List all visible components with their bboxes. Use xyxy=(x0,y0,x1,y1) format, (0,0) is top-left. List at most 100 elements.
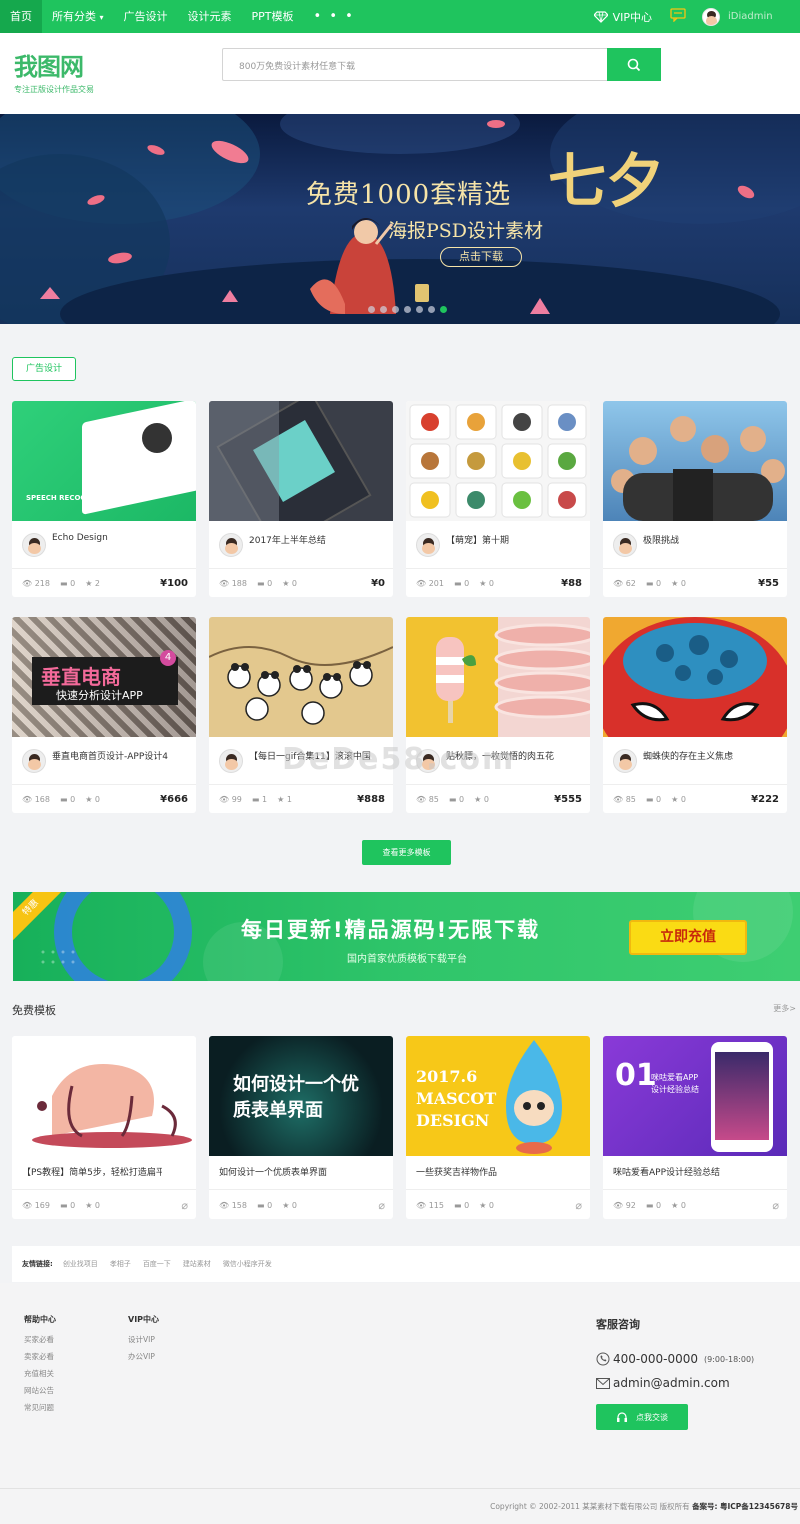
more-nav-button[interactable]: • • • xyxy=(304,9,365,24)
footer-link[interactable]: 卖家必看 xyxy=(24,1351,56,1362)
card-thumbnail[interactable] xyxy=(406,617,590,737)
nav-design-elements[interactable]: 设计元素 xyxy=(178,0,242,33)
card-thumbnail[interactable] xyxy=(603,617,787,737)
friend-link[interactable]: 微信小程序开发 xyxy=(223,1259,272,1269)
card-thumb-text: SPEECH RECOGNITION xyxy=(26,494,114,502)
card-thumbnail[interactable] xyxy=(12,1036,196,1156)
nav-ad-design[interactable]: 广告设计 xyxy=(114,0,178,33)
copyright-bar: Copyright © 2002-2011 某某素材下载有限公司 版权所有 备案… xyxy=(0,1488,800,1524)
author-avatar[interactable] xyxy=(22,533,46,557)
banner-dot-active[interactable] xyxy=(440,306,447,313)
card-title[interactable]: 一些获奖吉祥物作品 xyxy=(416,1165,556,1178)
author-avatar[interactable] xyxy=(219,533,243,557)
template-card[interactable]: 极限挑战 👁 62 ▬ 0 ★ 0 ¥55 xyxy=(603,401,787,597)
card-thumbnail[interactable]: 垂直电商 快速分析设计APP 4 xyxy=(12,617,196,737)
record-label: 备案号: xyxy=(692,1502,718,1511)
attachment-icon[interactable]: ⌀ xyxy=(772,1199,779,1212)
card-title[interactable]: 【PS教程】简单5步，轻松打造扁平风 xyxy=(22,1165,162,1178)
section-tag-ad-design[interactable]: 广告设计 xyxy=(12,357,76,381)
username[interactable]: iDiadmin xyxy=(728,11,800,22)
banner-dot[interactable] xyxy=(368,306,375,313)
nav-all-categories[interactable]: 所有分类 ▾ xyxy=(42,0,114,33)
message-icon[interactable] xyxy=(670,7,686,26)
record-number[interactable]: 粤ICP备12345678号 xyxy=(720,1502,798,1511)
promo-subtitle: 国内首家优质模板下载平台 xyxy=(347,954,467,965)
friend-link[interactable]: 百度一下 xyxy=(143,1259,171,1269)
free-templates-more-link[interactable]: 更多> xyxy=(773,1003,796,1014)
friend-link[interactable]: 孝相子 xyxy=(110,1259,131,1269)
comment-count: 0 xyxy=(70,1200,76,1210)
attachment-icon[interactable]: ⌀ xyxy=(181,1199,188,1212)
promo-banner[interactable]: 特惠 每日更新!精品源码!无限下载 国内首家优质模板下载平台 立即充值 xyxy=(13,892,800,981)
search-button[interactable] xyxy=(607,48,661,81)
footer-link[interactable]: 设计VIP xyxy=(128,1334,159,1345)
card-thumbnail[interactable]: 01 咪咕爱看APP设计经验总结 xyxy=(603,1036,787,1156)
pandas-illustration xyxy=(209,646,393,725)
hero-banner[interactable]: 免费1000套精选 海报PSD设计素材 七夕 点击下载 xyxy=(0,114,800,324)
search-box[interactable]: 800万免费设计素材任意下载 xyxy=(222,48,661,81)
vip-center-link[interactable]: VIP中心 xyxy=(593,9,652,25)
free-template-card[interactable]: 2017.6 MASCOT DESIGN 一些获奖吉祥物作品 👁 115 ▬ 0… xyxy=(406,1036,590,1219)
banner-dot[interactable] xyxy=(416,306,423,313)
author-avatar[interactable] xyxy=(416,533,440,557)
friend-link[interactable]: 建站素材 xyxy=(183,1259,211,1269)
nav-ppt[interactable]: PPT模板 xyxy=(242,0,304,33)
template-card[interactable]: 垂直电商 快速分析设计APP 4 垂直电商首页设计-APP设计4 👁 168 ▬… xyxy=(12,617,196,813)
card-title[interactable]: 2017年上半年总结 xyxy=(249,533,389,546)
template-card[interactable]: 【萌宠】第十期 👁 201 ▬ 0 ★ 0 ¥88 xyxy=(406,401,590,597)
banner-dot[interactable] xyxy=(392,306,399,313)
author-avatar[interactable] xyxy=(613,749,637,773)
chat-button[interactable]: 点我交谈 xyxy=(596,1404,688,1430)
card-title[interactable]: 【萌宠】第十期 xyxy=(446,533,586,546)
card-thumbnail[interactable] xyxy=(603,401,787,521)
comment-icon: ▬ xyxy=(251,794,260,804)
card-title[interactable]: 蜘蛛侠的存在主义焦虑 xyxy=(643,749,783,762)
site-logo[interactable]: 我图网 专注正版设计作品交易 xyxy=(14,47,94,95)
free-template-card[interactable]: 如何设计一个优质表单界面 如何设计一个优质表单界面 👁 158 ▬ 0 ★ 0 … xyxy=(209,1036,393,1219)
footer-link[interactable]: 常见问题 xyxy=(24,1402,56,1413)
card-title[interactable]: Echo Design xyxy=(52,533,192,543)
card-thumbnail[interactable] xyxy=(209,401,393,521)
recharge-button[interactable]: 立即充值 xyxy=(629,920,747,955)
copyright-main: Copyright © 2002-2011 某某素材下载有限公司 版权所有 xyxy=(490,1502,690,1511)
footer-link[interactable]: 网站公告 xyxy=(24,1385,56,1396)
card-thumbnail[interactable] xyxy=(209,617,393,737)
chevron-down-icon: ▾ xyxy=(99,13,104,22)
free-template-card[interactable]: 【PS教程】简单5步，轻松打造扁平风 👁 169 ▬ 0 ★ 0 ⌀ xyxy=(12,1036,196,1219)
card-title[interactable]: 如何设计一个优质表单界面 xyxy=(219,1165,359,1178)
friend-link[interactable]: 创业找项目 xyxy=(63,1259,98,1269)
like-count: 0 xyxy=(483,794,489,804)
attachment-icon[interactable]: ⌀ xyxy=(378,1199,385,1212)
template-card[interactable]: 蜘蛛侠的存在主义焦虑 👁 85 ▬ 0 ★ 0 ¥222 xyxy=(603,617,787,813)
search-icon xyxy=(627,58,641,71)
banner-download-button[interactable]: 点击下载 xyxy=(440,247,522,267)
attachment-icon[interactable]: ⌀ xyxy=(575,1199,582,1212)
author-avatar[interactable] xyxy=(22,749,46,773)
template-card[interactable]: 2017年上半年总结 👁 188 ▬ 0 ★ 0 ¥0 xyxy=(209,401,393,597)
author-avatar[interactable] xyxy=(613,533,637,557)
free-template-card[interactable]: 01 咪咕爱看APP设计经验总结 咪咕爱看APP设计经验总结 👁 92 ▬ 0 … xyxy=(603,1036,787,1219)
card-thumbnail[interactable]: 2017.6 MASCOT DESIGN xyxy=(406,1036,590,1156)
nav-home[interactable]: 首页 xyxy=(0,0,42,33)
author-avatar[interactable] xyxy=(219,749,243,773)
card-thumbnail[interactable]: SPEECH RECOGNITION xyxy=(12,401,196,521)
banner-dot[interactable] xyxy=(380,306,387,313)
user-avatar[interactable] xyxy=(702,7,720,26)
card-title[interactable]: 咪咕爱看APP设计经验总结 xyxy=(613,1165,753,1178)
template-card[interactable]: 贴秋膘，一枚觉悟的肉五花 👁 85 ▬ 0 ★ 0 ¥555 xyxy=(406,617,590,813)
template-card[interactable]: SPEECH RECOGNITION Echo Design 👁 218 ▬ 0… xyxy=(12,401,196,597)
footer-link[interactable]: 买家必看 xyxy=(24,1334,56,1345)
card-title[interactable]: 极限挑战 xyxy=(643,533,783,546)
search-input[interactable]: 800万免费设计素材任意下载 xyxy=(239,59,355,72)
card-title[interactable]: 垂直电商首页设计-APP设计4 xyxy=(52,749,192,762)
banner-dot[interactable] xyxy=(404,306,411,313)
card-thumbnail[interactable]: 如何设计一个优质表单界面 xyxy=(209,1036,393,1156)
footer-link[interactable]: 充值相关 xyxy=(24,1368,56,1379)
view-more-templates-button[interactable]: 查看更多模板 xyxy=(362,840,451,865)
banner-dot[interactable] xyxy=(428,306,435,313)
template-card[interactable]: 【每日一gif合集11】滚滚中国 👁 99 ▬ 1 ★ 1 ¥888 xyxy=(209,617,393,813)
card-thumbnail[interactable] xyxy=(406,401,590,521)
footer-link[interactable]: 办公VIP xyxy=(128,1351,159,1362)
service-email-address[interactable]: admin@admin.com xyxy=(613,1376,730,1390)
chat-button-label: 点我交谈 xyxy=(636,1412,668,1422)
